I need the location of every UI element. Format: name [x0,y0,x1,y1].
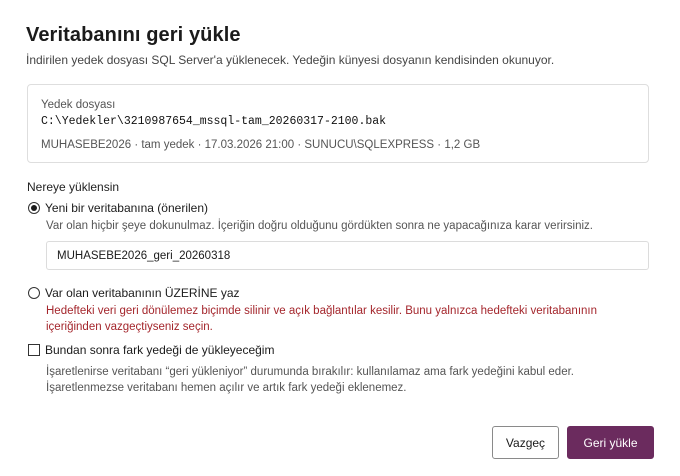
diff-backup-label[interactable]: Bundan sonra fark yedeği de yükleyeceğim [45,343,274,357]
overwrite-database-label[interactable]: Var olan veritabanının ÜZERİNE yaz [45,286,240,300]
new-database-radio[interactable] [28,202,40,214]
new-database-name-input[interactable] [46,241,649,270]
cancel-button[interactable]: Vazgeç [492,426,559,459]
diff-backup-checkbox[interactable] [28,344,40,356]
backup-file-meta: MUHASEBE2026 · tam yedek · 17.03.2026 21… [41,139,481,151]
backup-file-label: Yedek dosyası [41,99,116,111]
new-database-description: Var olan hiçbir şeye dokunulmaz. İçeriği… [46,220,593,232]
overwrite-database-radio[interactable] [28,287,40,299]
diff-backup-description-line2: İşaretlenmezse veritabanı hemen açılır v… [46,382,407,394]
restore-button[interactable]: Geri yükle [567,426,654,459]
dialog-title: Veritabanını geri yükle [26,24,241,46]
diff-backup-description-line1: İşaretlenirse veritabanı “geri yükleniyo… [46,366,574,378]
backup-file-path: C:\Yedekler\3210987654_mssql-tam_2026031… [41,115,387,128]
new-database-label[interactable]: Yeni bir veritabanına (önerilen) [45,201,208,215]
overwrite-warning-line1: Hedefteki veri geri dönülemez biçimde si… [46,305,598,317]
dialog-subtitle: İndirilen yedek dosyası SQL Server'a yük… [26,53,555,67]
overwrite-warning-line2: içeriğinden vazgeçtiyseniz seçin. [46,321,213,333]
backup-file-card: Yedek dosyası C:\Yedekler\3210987654_mss… [27,84,649,163]
target-section-label: Nereye yüklensin [27,180,120,194]
